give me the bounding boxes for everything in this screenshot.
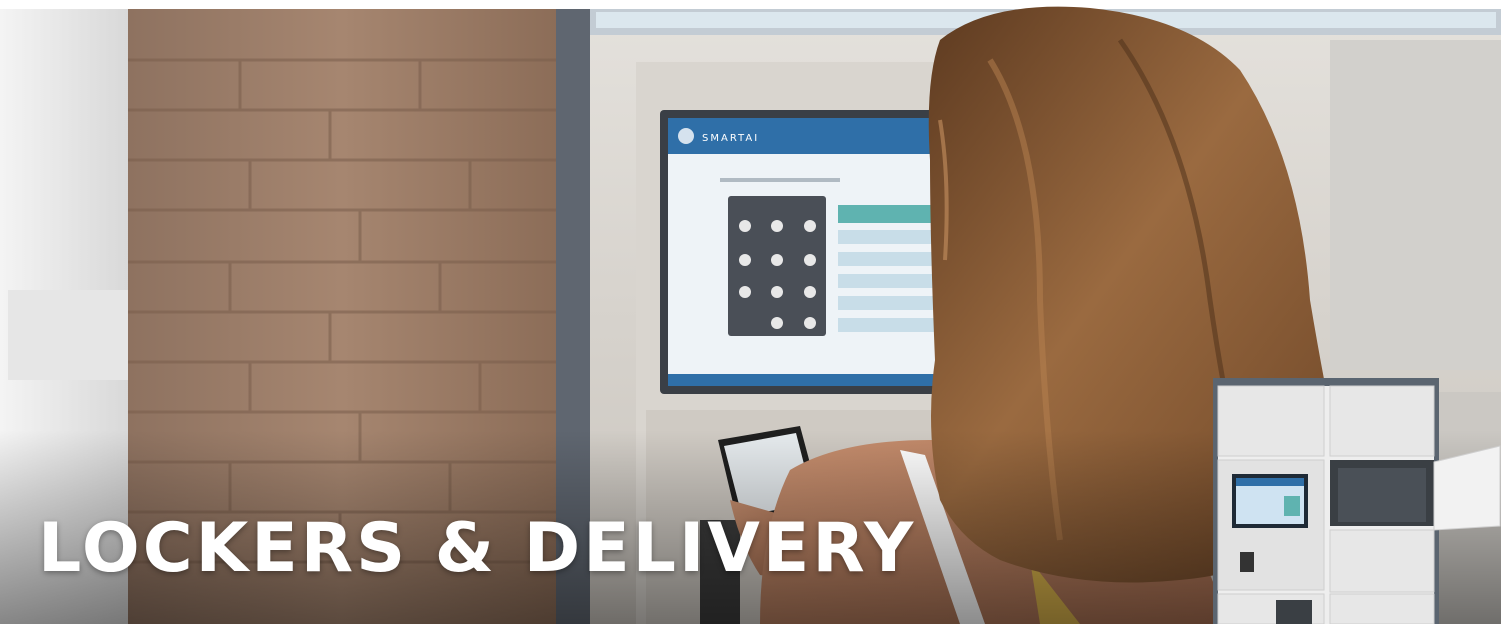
lockers-delivery-banner: SMARTAI LOCKERS & DELIVERY — [0, 0, 1501, 624]
banner-title: LOCKERS & DELIVERY — [38, 509, 917, 588]
kiosk-brand: SMARTAI — [702, 133, 759, 144]
